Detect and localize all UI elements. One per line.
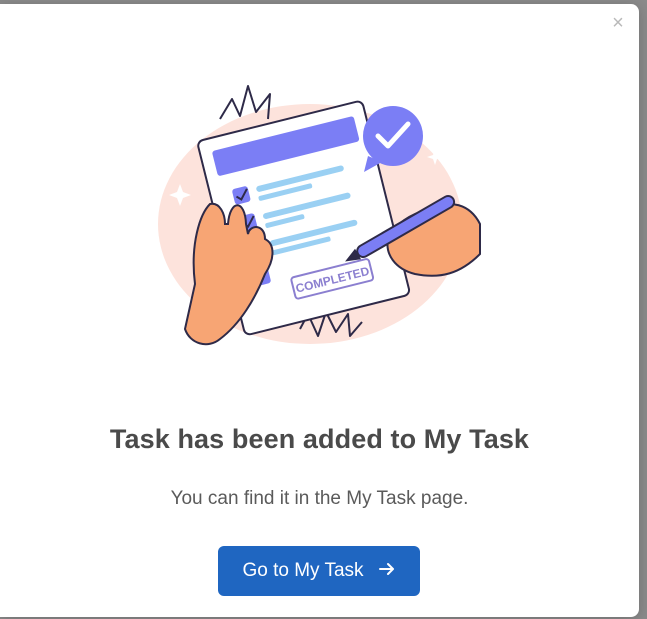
task-completed-illustration: COMPLETED xyxy=(158,85,481,346)
go-to-my-task-label: Go to My Task xyxy=(242,560,364,581)
arrow-right-icon xyxy=(378,560,396,582)
modal-message: You can find it in the My Task page. xyxy=(170,488,469,509)
go-to-my-task-button[interactable]: Go to My Task xyxy=(218,546,420,596)
modal-title: Task has been added to My Task xyxy=(109,424,530,454)
close-symbol: × xyxy=(612,12,624,34)
close-icon[interactable]: × xyxy=(607,12,629,34)
task-added-modal: × COMPLETED Task has been added to My Ta… xyxy=(0,4,639,617)
